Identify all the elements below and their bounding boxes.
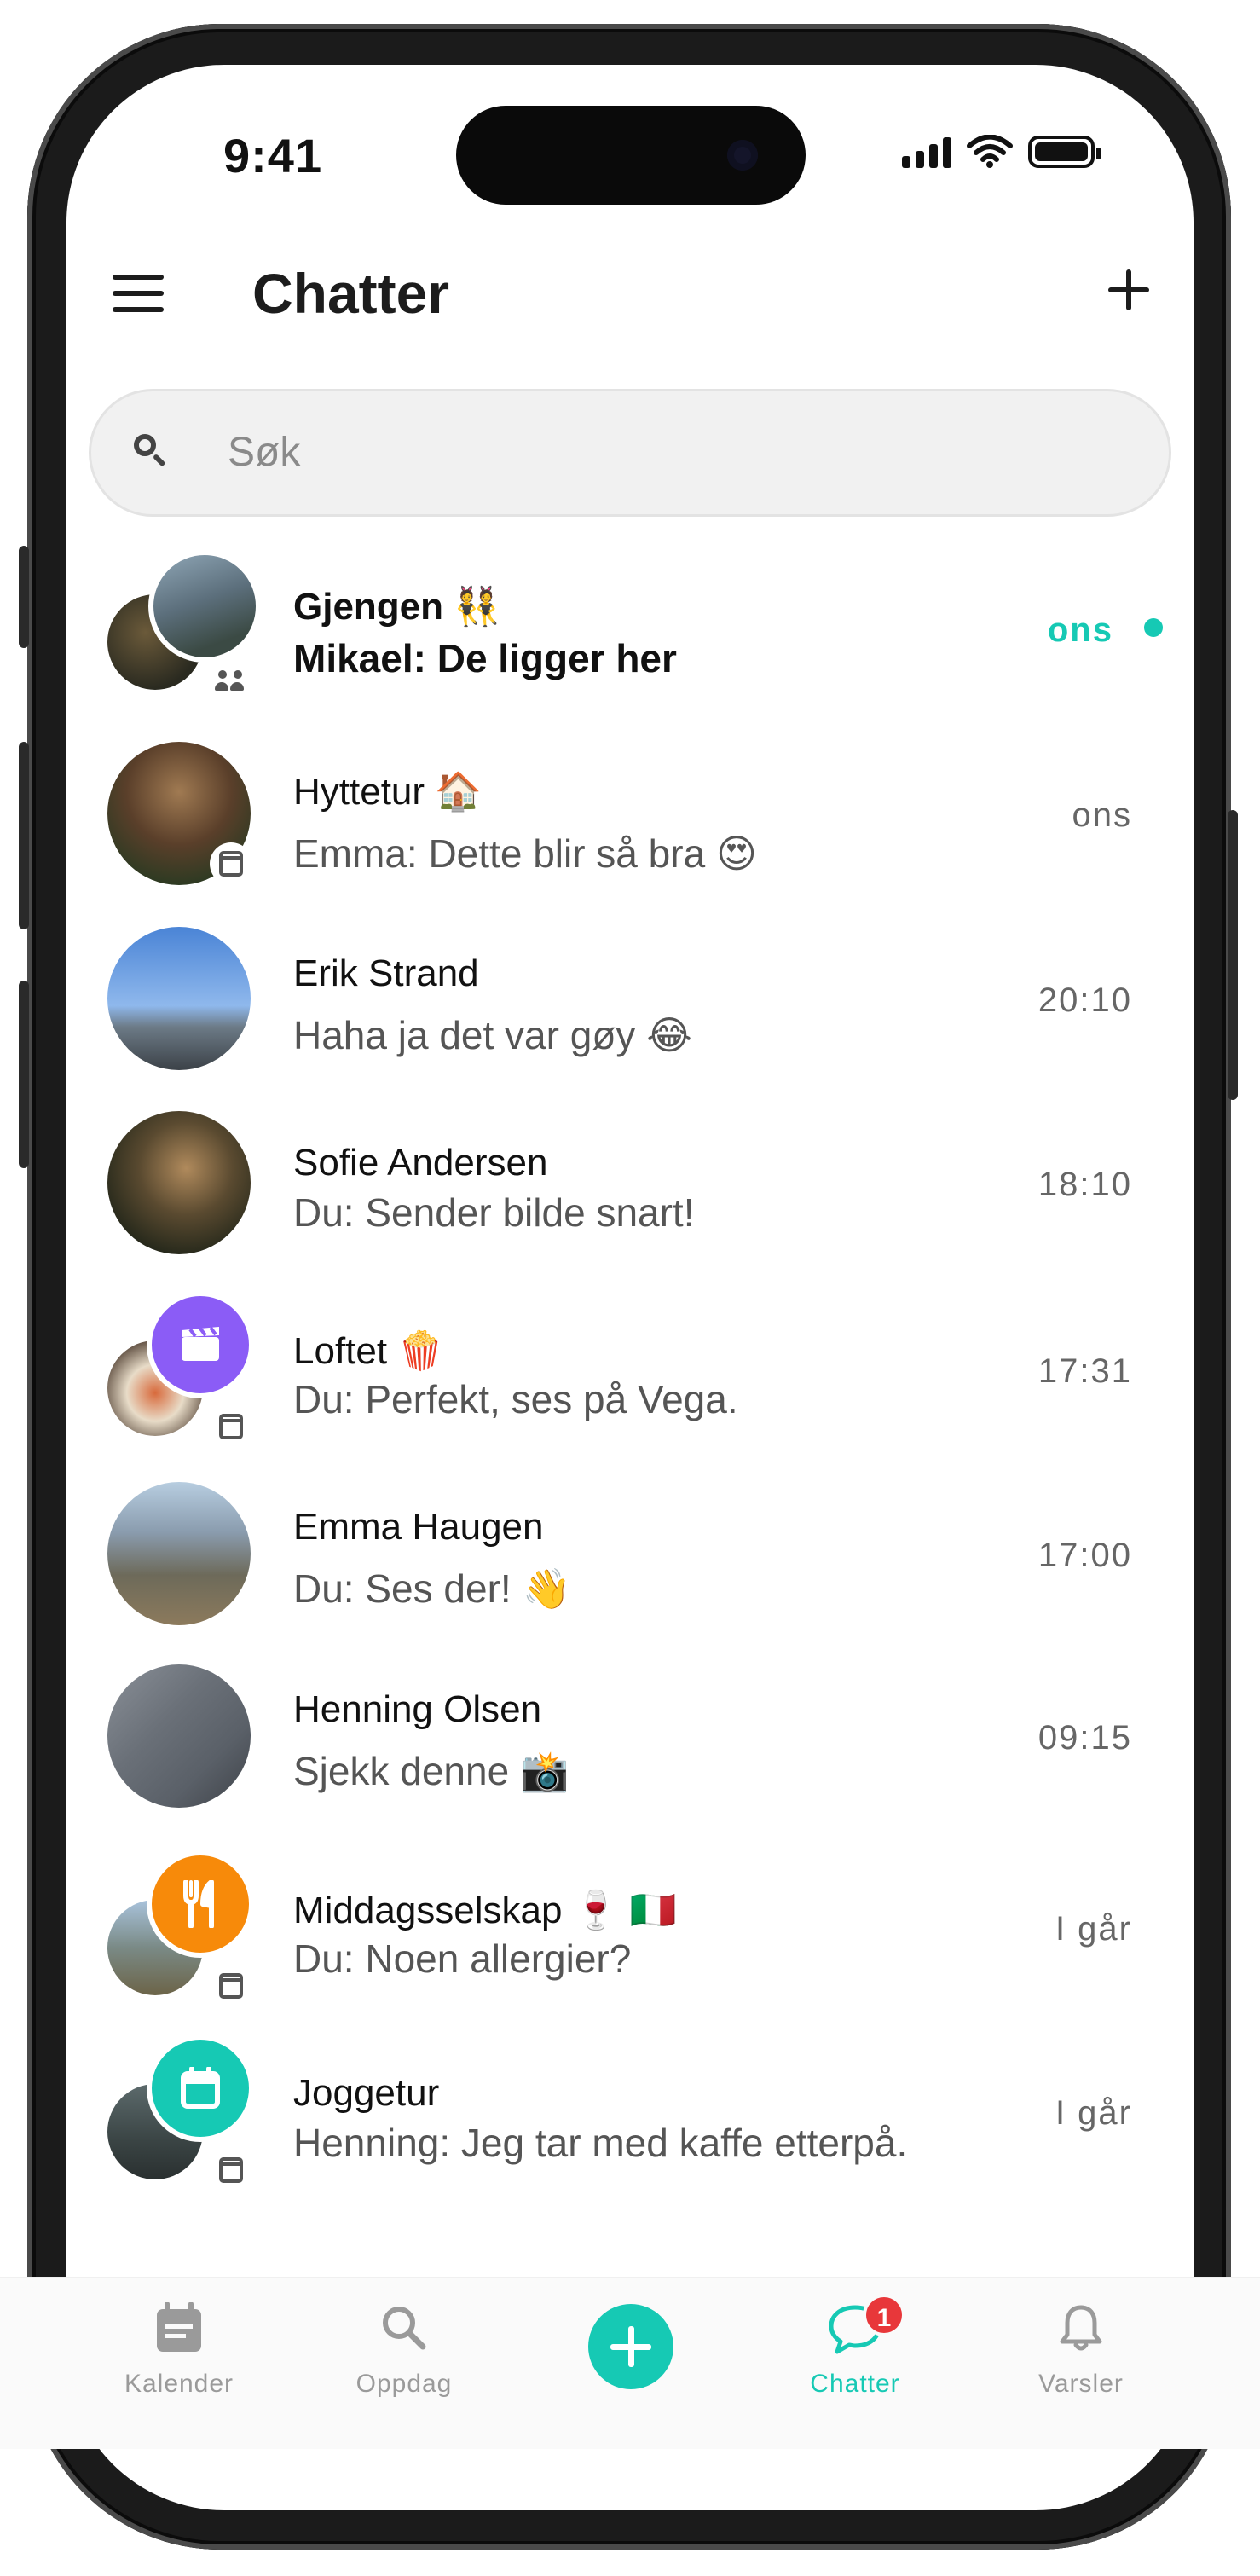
tab-discover[interactable]: Oppdag (319, 2302, 489, 2399)
tab-calendar[interactable]: Kalender (94, 2301, 264, 2399)
bell-icon (1060, 2305, 1102, 2351)
event-avatar (107, 1850, 254, 2009)
tab-label: Varsler (1038, 2370, 1124, 2398)
person-avatar (107, 1111, 252, 1256)
chat-row[interactable]: Henning Olsen Sjekk denne 📸 09:15 (0, 1664, 1260, 1844)
chat-time: 20:10 (1037, 981, 1132, 1019)
person-avatar (107, 1664, 252, 1809)
camera-icon (727, 140, 758, 171)
group-badge (210, 659, 252, 702)
status-time: 9:41 (223, 129, 323, 182)
chat-name: Joggetur (293, 2072, 440, 2114)
chat-name: Emma Haugen (293, 1506, 544, 1548)
calendar-icon (219, 2157, 243, 2183)
chat-row[interactable]: Sofie Andersen Du: Sender bilde snart! 1… (0, 1111, 1260, 1290)
chat-last-message: Du: Noen allergier? (293, 1936, 632, 1981)
chat-row[interactable]: Emma Haugen Du: Ses der! 👋 17:00 (0, 1482, 1260, 1661)
cellular-signal-icon (902, 136, 951, 168)
search-input[interactable]: Søk (89, 389, 1171, 517)
calendar-icon (219, 851, 243, 877)
event-badge (210, 1965, 252, 2007)
calendar-icon (157, 2301, 201, 2352)
group-icon (215, 670, 247, 691)
battery-icon (1028, 136, 1101, 168)
calendar-icon (181, 2067, 220, 2109)
chat-row[interactable]: Hyttetur 🏠 Emma: Dette blir så bra 😍 ons (0, 742, 1260, 921)
person-avatar (107, 1482, 252, 1627)
group-avatar (107, 550, 261, 703)
tab-chats[interactable]: Chatter (770, 2302, 940, 2399)
event-badge (210, 842, 252, 885)
chat-time: ons (1072, 796, 1132, 834)
event-badge (210, 2149, 252, 2191)
chat-name: Gjengen 👯 (293, 586, 501, 628)
calendar-icon (219, 1414, 243, 1439)
menu-icon[interactable] (113, 275, 164, 312)
chat-time: 18:10 (1037, 1166, 1132, 1203)
member-photo (148, 550, 261, 663)
new-chat-button[interactable] (1108, 269, 1149, 310)
person-photo (107, 1111, 251, 1254)
chat-name: Middagsselskap 🍷 🇮🇹 (293, 1890, 677, 1931)
chat-name: Hyttetur 🏠 (293, 771, 483, 813)
chat-time: 17:31 (1037, 1352, 1132, 1390)
chat-row[interactable]: Gjengen 👯 Mikael: De ligger her ons (0, 550, 1260, 738)
clapperboard-icon (182, 1326, 219, 1361)
person-photo (107, 1482, 251, 1625)
chat-row[interactable]: Erik Strand Haha ja det var gøy 😂 20:10 (0, 927, 1260, 1106)
chat-time: 09:15 (1037, 1719, 1132, 1757)
status-icons (902, 135, 1101, 169)
create-button[interactable] (588, 2304, 673, 2389)
page-title: Chatter (252, 262, 450, 325)
calendar-icon (219, 1973, 243, 1999)
chat-last-message: Emma: Dette blir så bra 😍 (293, 831, 757, 876)
event-type-badge (147, 1291, 254, 1398)
chat-row[interactable]: Loftet 🍿 Du: Perfekt, ses på Vega. 17:31 (0, 1291, 1260, 1484)
tab-label: Oppdag (355, 2370, 453, 2398)
chat-last-message: Haha ja det var gøy 😂 (293, 1013, 692, 1057)
event-type-badge (147, 1850, 254, 1958)
chat-time: I går (1055, 2094, 1132, 2132)
dynamic-island (456, 106, 806, 205)
search-icon (383, 2307, 426, 2350)
chat-last-message: Du: Ses der! 👋 (293, 1566, 571, 1611)
tab-label: Chatter (810, 2370, 900, 2398)
fork-knife-icon (183, 1880, 214, 1928)
chat-row[interactable]: Joggetur Henning: Jeg tar med kaffe ette… (0, 2035, 1260, 2227)
chat-last-message: Sjekk denne 📸 (293, 1749, 569, 1793)
search-placeholder: Søk (228, 430, 301, 475)
event-type-badge (147, 2035, 254, 2142)
chat-name: Erik Strand (293, 952, 479, 994)
search-icon (134, 434, 166, 467)
tab-label: Kalender (124, 2370, 234, 2398)
chat-row[interactable]: Middagsselskap 🍷 🇮🇹 Du: Noen allergier? … (0, 1850, 1260, 2043)
chat-last-message: Henning: Jeg tar med kaffe etterpå. (293, 2121, 908, 2165)
chat-time: 17:00 (1037, 1537, 1132, 1574)
chat-last-message: Mikael: De ligger her (293, 636, 677, 680)
person-avatar (107, 927, 252, 1072)
chat-name: Loftet 🍿 (293, 1330, 445, 1372)
event-badge (210, 1405, 252, 1448)
tab-notifications[interactable]: Varsler (996, 2302, 1166, 2399)
chat-name: Henning Olsen (293, 1688, 542, 1730)
chat-name: Sofie Andersen (293, 1142, 548, 1184)
event-avatar (107, 742, 252, 887)
wifi-icon (967, 135, 1013, 168)
unread-dot (1144, 618, 1163, 637)
person-photo (107, 927, 251, 1070)
chat-last-message: Du: Sender bilde snart! (293, 1190, 695, 1235)
event-avatar (107, 1291, 254, 1450)
chat-time: I går (1055, 1910, 1132, 1948)
unread-count-badge: 1 (863, 2294, 905, 2336)
event-avatar (107, 2035, 254, 2193)
chat-time: ons (1047, 611, 1113, 649)
chat-last-message: Du: Perfekt, ses på Vega. (293, 1377, 738, 1421)
person-photo (107, 1664, 251, 1808)
